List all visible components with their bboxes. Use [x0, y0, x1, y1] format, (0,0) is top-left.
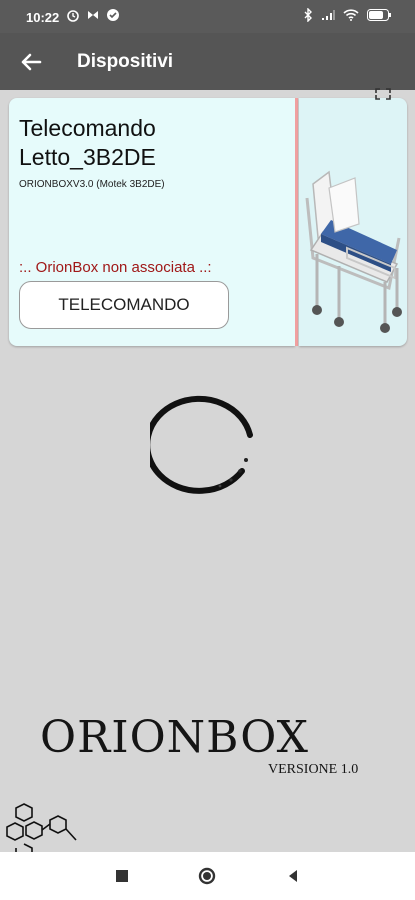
device-card[interactable]: Telecomando Letto_3B2DE ORIONBOXV3.0 (Mo…	[9, 98, 407, 346]
back-button[interactable]	[283, 866, 303, 886]
device-image-panel	[299, 98, 407, 346]
wifi-icon	[343, 9, 359, 21]
recents-button[interactable]	[112, 866, 132, 886]
signal-icon	[322, 10, 335, 20]
card-divider	[295, 98, 298, 346]
status-time: 10:22	[26, 10, 60, 25]
back-arrow-icon[interactable]	[18, 49, 44, 75]
loading-spinner	[150, 395, 253, 494]
hexagon-molecule-icon	[6, 803, 77, 852]
system-nav-bar	[0, 852, 415, 900]
device-info-panel: Telecomando Letto_3B2DE ORIONBOXV3.0 (Mo…	[9, 98, 295, 346]
status-bar: 10:22	[0, 0, 415, 33]
app-bar: Dispositivi	[0, 33, 415, 90]
alarm-icon	[67, 10, 79, 22]
notification-icon	[88, 11, 98, 19]
expand-icon[interactable]	[375, 88, 391, 100]
page-title: Dispositivi	[77, 51, 174, 72]
home-button[interactable]	[197, 866, 217, 886]
brand-version: VERSIONE 1.0	[268, 762, 359, 777]
device-model: ORIONBOXV3.0 (Motek 3B2DE)	[19, 179, 165, 190]
hospital-bed-icon	[305, 170, 402, 333]
bluetooth-icon	[304, 8, 312, 22]
device-name: Telecomando Letto_3B2DE	[19, 115, 156, 170]
battery-icon	[367, 9, 391, 21]
brand-logo: ORIONBOX	[40, 712, 309, 763]
device-status: :.. OrionBox non associata ..:	[19, 259, 212, 276]
check-circle-icon	[107, 9, 119, 21]
remote-button[interactable]: TELECOMANDO	[19, 281, 229, 329]
